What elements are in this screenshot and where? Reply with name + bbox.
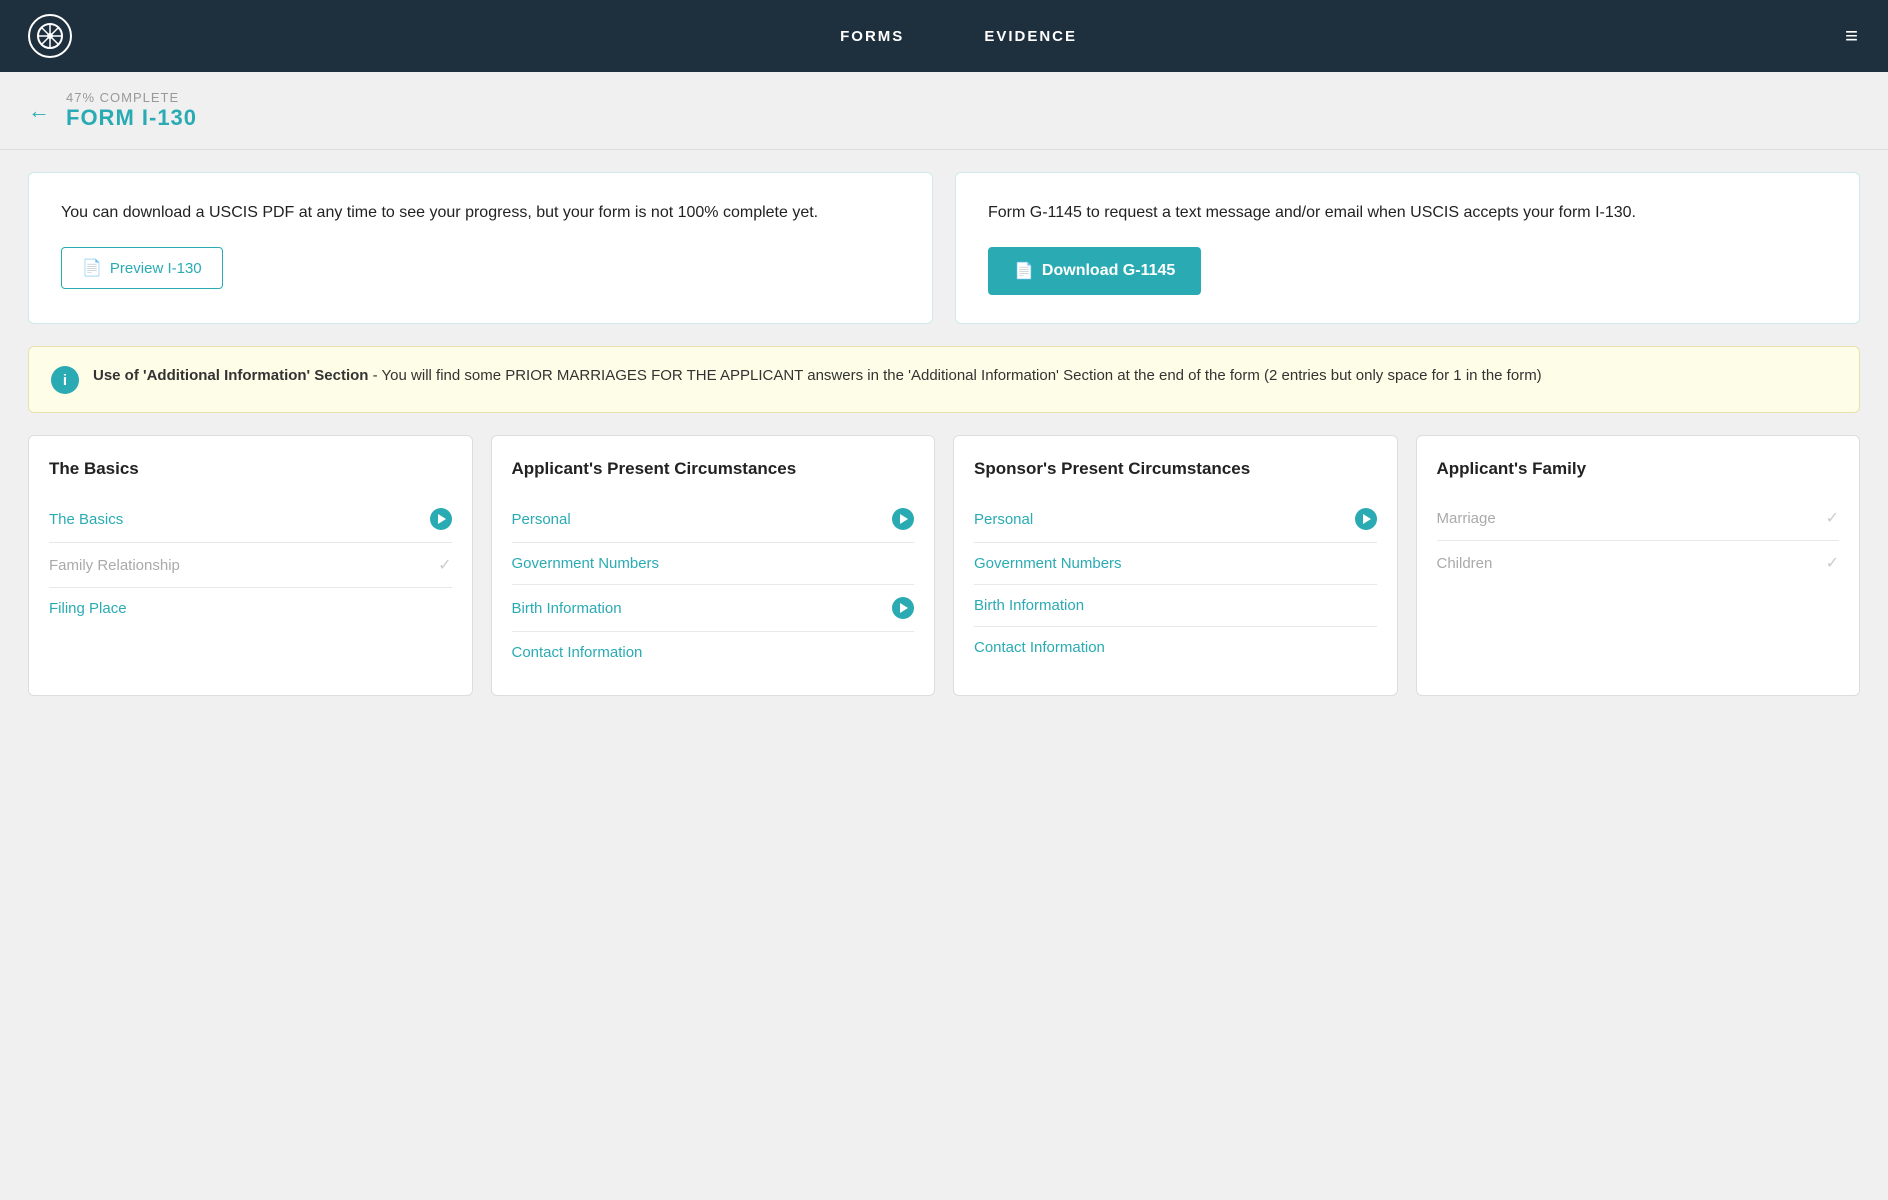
preview-card: You can download a USCIS PDF at any time… — [28, 172, 933, 324]
section-item: Marriage ✓ — [1437, 496, 1840, 541]
section-card-2: Sponsor's Present Circumstances Personal G… — [953, 435, 1398, 696]
section-title-2: Sponsor's Present Circumstances — [974, 458, 1377, 480]
breadcrumb-bar: ← 47% COMPLETE FORM I-130 — [0, 72, 1888, 150]
section-item-label[interactable]: Personal — [512, 511, 571, 528]
pdf-icon-2: 📄 — [1014, 261, 1034, 281]
back-button[interactable]: ← — [28, 98, 50, 124]
info-banner-text: Use of 'Additional Information' Section … — [93, 365, 1542, 388]
download-button[interactable]: 📄 Download G-1145 — [988, 247, 1201, 295]
preview-card-text: You can download a USCIS PDF at any time… — [61, 201, 900, 225]
section-item: Birth Information — [512, 585, 915, 632]
section-item: Contact Information — [512, 632, 915, 673]
section-item-label: Family Relationship — [49, 557, 180, 574]
section-card-0: The Basics The Basics Family Relationship ✓… — [28, 435, 473, 696]
section-item-label: Children — [1437, 555, 1493, 572]
section-item-label[interactable]: Personal — [974, 511, 1033, 528]
section-item-label[interactable]: Government Numbers — [974, 555, 1122, 572]
form-title: FORM I-130 — [66, 105, 197, 131]
play-icon[interactable] — [892, 597, 914, 619]
info-banner: i Use of 'Additional Information' Sectio… — [28, 346, 1860, 413]
section-item-label[interactable]: The Basics — [49, 511, 123, 528]
nav-evidence[interactable]: EVIDENCE — [984, 28, 1077, 45]
main-content: You can download a USCIS PDF at any time… — [0, 150, 1888, 718]
section-item-label[interactable]: Filing Place — [49, 600, 127, 617]
section-title-0: The Basics — [49, 458, 452, 480]
section-item: The Basics — [49, 496, 452, 543]
info-bold-text: Use of 'Additional Information' Section — [93, 367, 368, 384]
breadcrumb: 47% COMPLETE FORM I-130 — [66, 90, 197, 131]
section-title-1: Applicant's Present Circumstances — [512, 458, 915, 480]
nav-forms[interactable]: FORMS — [840, 28, 904, 45]
navbar: FORMS EVIDENCE ≡ — [0, 0, 1888, 72]
check-icon: ✓ — [1826, 553, 1839, 573]
pdf-icon: 📄 — [82, 258, 102, 278]
section-item: Birth Information — [974, 585, 1377, 627]
section-item: Children ✓ — [1437, 541, 1840, 585]
play-icon[interactable] — [1355, 508, 1377, 530]
preview-button[interactable]: 📄 Preview I-130 — [61, 247, 223, 289]
play-icon[interactable] — [430, 508, 452, 530]
info-rest-text: - You will find some PRIOR MARRIAGES FOR… — [368, 367, 1541, 384]
navbar-links: FORMS EVIDENCE — [840, 28, 1077, 45]
section-item: Filing Place — [49, 588, 452, 629]
section-item: Government Numbers — [974, 543, 1377, 585]
section-item: Personal — [974, 496, 1377, 543]
check-icon: ✓ — [1826, 508, 1839, 528]
info-cards-row: You can download a USCIS PDF at any time… — [28, 172, 1860, 324]
info-icon: i — [51, 366, 79, 394]
play-icon[interactable] — [892, 508, 914, 530]
section-item: Contact Information — [974, 627, 1377, 668]
check-icon: ✓ — [438, 555, 451, 575]
preview-button-label: Preview I-130 — [110, 260, 202, 277]
section-item-label[interactable]: Contact Information — [512, 644, 643, 661]
completion-percent: 47% COMPLETE — [66, 90, 197, 105]
section-title-3: Applicant's Family — [1437, 458, 1840, 480]
section-item: Government Numbers — [512, 543, 915, 585]
section-card-1: Applicant's Present Circumstances Persona… — [491, 435, 936, 696]
download-button-label: Download G-1145 — [1042, 262, 1175, 280]
download-card-text: Form G-1145 to request a text message an… — [988, 201, 1827, 225]
sections-row: The Basics The Basics Family Relationship ✓… — [28, 435, 1860, 696]
section-item-label[interactable]: Birth Information — [512, 600, 622, 617]
section-item-label[interactable]: Contact Information — [974, 639, 1105, 656]
section-item: Family Relationship ✓ — [49, 543, 452, 588]
section-item-label: Marriage — [1437, 510, 1496, 527]
section-item-label[interactable]: Government Numbers — [512, 555, 660, 572]
section-item-label[interactable]: Birth Information — [974, 597, 1084, 614]
logo[interactable] — [28, 14, 72, 58]
hamburger-menu[interactable]: ≡ — [1845, 23, 1860, 49]
section-item: Personal — [512, 496, 915, 543]
download-card: Form G-1145 to request a text message an… — [955, 172, 1860, 324]
section-card-3: Applicant's Family Marriage ✓ Children ✓ — [1416, 435, 1861, 696]
